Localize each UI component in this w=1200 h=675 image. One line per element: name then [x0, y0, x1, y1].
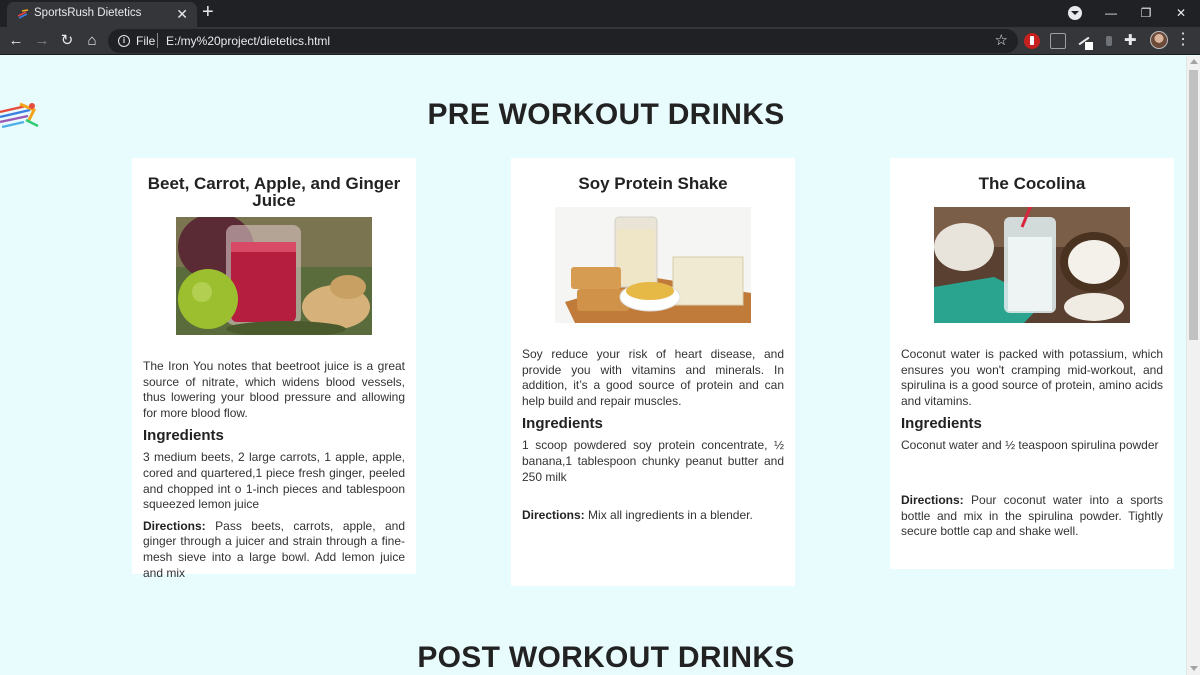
- extension-red-icon[interactable]: [1024, 33, 1040, 49]
- window-close-icon[interactable]: ✕: [1166, 3, 1196, 23]
- ingredients-text: 1 scoop powdered soy protein concentrate…: [522, 438, 784, 484]
- directions-label: Directions:: [143, 518, 206, 533]
- forward-icon[interactable]: →: [31, 30, 53, 52]
- card-title: Soy Protein Shake: [578, 174, 728, 193]
- card-description: Soy reduce your risk of heart disease, a…: [522, 347, 784, 408]
- new-tab-button[interactable]: +: [202, 2, 214, 22]
- directions-text: Directions: Mix all ingredients in a ble…: [522, 508, 784, 524]
- tab-search-icon[interactable]: [1068, 6, 1082, 20]
- reload-icon[interactable]: ↻: [56, 30, 78, 52]
- restore-icon[interactable]: ❐: [1131, 3, 1161, 23]
- home-icon[interactable]: ⌂: [81, 30, 103, 52]
- tab-close-icon[interactable]: ✕: [176, 6, 188, 22]
- back-icon[interactable]: ←: [5, 30, 27, 52]
- ingredients-heading: Ingredients: [522, 415, 603, 433]
- ingredients-heading: Ingredients: [901, 415, 982, 433]
- site-favicon-icon: [17, 9, 29, 19]
- card-title: The Cocolina: [978, 174, 1086, 193]
- directions-text: Directions: Pour coconut water into a sp…: [901, 493, 1163, 540]
- pre-workout-title: PRE WORKOUT DRINKS: [427, 98, 785, 131]
- url-scheme-label: File: [136, 34, 156, 48]
- tab-title: SportsRush Dietetics: [34, 7, 142, 19]
- drink-card: The Cocolina Coconut water is packed wit…: [890, 158, 1174, 569]
- minimize-icon[interactable]: —: [1096, 3, 1126, 23]
- ingredients-text: 3 medium beets, 2 large carrots, 1 apple…: [143, 450, 405, 512]
- page-viewport: PRE WORKOUT DRINKS Beet, Carrot, Apple, …: [0, 56, 1186, 675]
- browser-tab-bar: SportsRush Dietetics ✕ + — ❐ ✕: [0, 0, 1200, 27]
- soy-protein-shake-image: [555, 207, 751, 323]
- address-bar[interactable]: i File E:/my%20project/dietetics.html ☆: [108, 29, 1018, 53]
- ingredients-text: Coconut water and ½ teaspoon spirulina p…: [901, 438, 1159, 453]
- directions-label: Directions:: [901, 492, 964, 507]
- directions-label: Directions:: [522, 508, 585, 523]
- site-info-icon[interactable]: i: [118, 35, 130, 47]
- drink-card: Soy Protein Shake Soy reduce your risk o…: [511, 158, 795, 586]
- profile-avatar[interactable]: [1150, 31, 1168, 49]
- directions-text: Directions: Pass beets, carrots, apple, …: [143, 519, 405, 581]
- ingredients-heading: Ingredients: [143, 427, 224, 445]
- directions-body: Mix all ingredients in a blender.: [588, 508, 753, 523]
- card-description: Coconut water is packed with potassium, …: [901, 347, 1163, 408]
- bookmark-star-icon[interactable]: ☆: [995, 32, 1008, 50]
- cocolina-image: [934, 207, 1130, 323]
- extensions-puzzle-icon[interactable]: ✚: [1124, 31, 1137, 51]
- page-scrollbar[interactable]: [1186, 56, 1200, 675]
- card-title: Beet, Carrot, Apple, and Ginger Juice: [147, 174, 401, 210]
- card-description: The Iron You notes that beetroot juice i…: [143, 359, 405, 420]
- post-workout-title: POST WORKOUT DRINKS: [417, 641, 795, 674]
- url-text[interactable]: E:/my%20project/dietetics.html: [166, 34, 330, 48]
- extension-dim-icon[interactable]: [1102, 33, 1118, 49]
- scroll-thumb[interactable]: [1189, 70, 1198, 340]
- beet-carrot-juice-image: [176, 217, 372, 335]
- scroll-up-icon[interactable]: [1190, 59, 1198, 64]
- extension-pen-icon[interactable]: [1076, 33, 1093, 50]
- extension-grey-icon[interactable]: [1050, 33, 1066, 49]
- scroll-down-icon[interactable]: [1190, 666, 1198, 671]
- browser-tab[interactable]: SportsRush Dietetics ✕: [7, 2, 197, 27]
- drink-card: Beet, Carrot, Apple, and Ginger Juice Th…: [132, 158, 416, 580]
- browser-menu-icon[interactable]: ⋮: [1175, 30, 1191, 50]
- browser-toolbar: ← → ↻ ⌂ i File E:/my%20project/dietetics…: [0, 27, 1200, 55]
- url-divider: [157, 33, 158, 48]
